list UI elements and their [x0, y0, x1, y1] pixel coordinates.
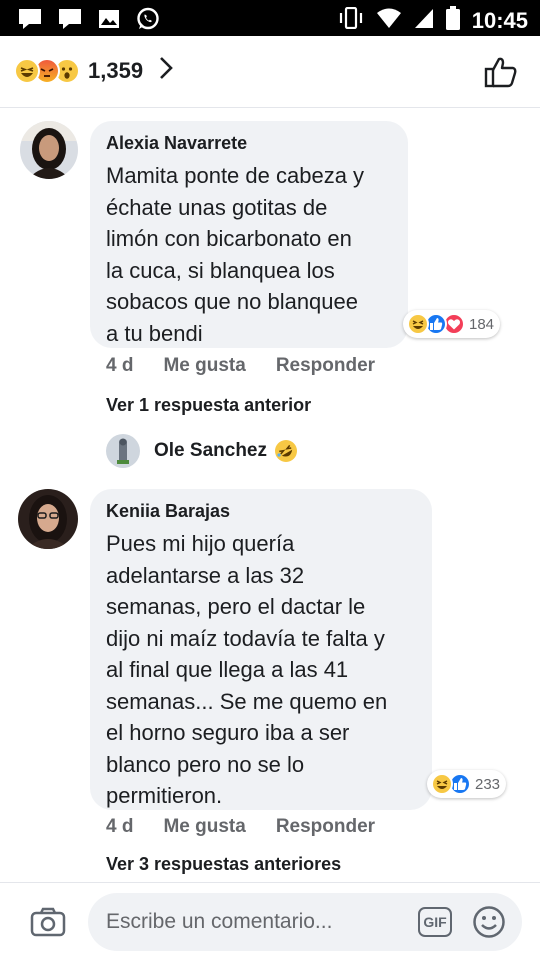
haha-icon [407, 313, 429, 335]
comment-timestamp[interactable]: 4 d [106, 355, 133, 377]
comment-line: la cuca, si blanquea los [106, 257, 335, 283]
comment-timestamp[interactable]: 4 d [106, 816, 133, 838]
reply-preview[interactable]: Ole Sanchez [106, 434, 297, 468]
haha-icon [431, 773, 453, 795]
comment-bubble[interactable]: Alexia Navarrete Mamita ponte de cabeza … [90, 121, 408, 348]
comment-actions: 4 d Me gusta Responder [106, 355, 375, 377]
comment-line: dijo ni maíz todavía te falta y [106, 625, 385, 651]
comment-line: al final que llega a las 41 [106, 657, 349, 682]
comment-line: semanas... Se me quemo en [106, 688, 388, 714]
comment-line: el horno seguro iba a ser [106, 720, 350, 745]
like-comment-button[interactable]: Me gusta [163, 355, 245, 377]
comment-line: adelantarse a las 32 [106, 562, 305, 588]
comment-input[interactable] [106, 893, 406, 951]
comment-reactions[interactable]: 233 [427, 770, 507, 798]
reply-button[interactable]: Responder [276, 355, 375, 377]
wifi-icon [376, 7, 402, 34]
view-previous-replies[interactable]: Ver 3 respuestas anteriores [106, 854, 341, 875]
emoji-button[interactable] [472, 905, 506, 944]
reply-button[interactable]: Responder [276, 816, 375, 838]
comment-bubble[interactable]: Keniia Barajas Pues mi hijo quería adela… [90, 489, 432, 810]
gif-button[interactable]: GIF [418, 907, 452, 937]
comment-text: Mamita ponte de cabeza y échate unas got… [106, 160, 392, 349]
image-icon [98, 9, 120, 34]
notification-icons [18, 7, 160, 36]
reaction-count: 1,359 [88, 57, 144, 83]
battery-icon [445, 6, 460, 35]
clock: 10:45 [471, 7, 528, 33]
reply-author[interactable]: Ole Sanchez [154, 440, 267, 462]
smiley-icon [473, 906, 505, 938]
comment-line: semanas, pero el dactar le [106, 594, 366, 619]
vibrate-icon [338, 6, 364, 34]
reaction-count: 184 [469, 315, 495, 333]
whatsapp-icon [136, 7, 160, 36]
comment-line: Mamita ponte de cabeza y [106, 163, 365, 188]
comment-composer: GIF [0, 882, 540, 960]
comment-input-box[interactable]: GIF [88, 893, 522, 951]
like-comment-button[interactable]: Me gusta [163, 816, 245, 838]
camera-icon [30, 907, 66, 937]
comment-line: échate unas gotitas de [106, 194, 328, 220]
reactions-header: 1,359 [0, 36, 540, 108]
haha-icon [14, 57, 40, 84]
comment-line: limón con bicarbonato en [106, 226, 352, 251]
comment-text: Pues mi hijo quería adelantarse a las 32… [106, 528, 416, 812]
signal-icon [414, 7, 434, 34]
comment-line: Pues mi hijo quería [106, 531, 295, 556]
comment-line: permitieron. [106, 783, 223, 808]
comment-reactions[interactable]: 184 [403, 310, 501, 338]
camera-button[interactable] [30, 907, 66, 942]
rofl-emoji [275, 440, 297, 462]
comment-line: sobacos que no blanquee [106, 289, 358, 314]
chevron-right-icon [159, 56, 173, 85]
comment-actions: 4 d Me gusta Responder [106, 816, 375, 838]
reaction-count: 233 [475, 775, 501, 793]
avatar[interactable] [20, 121, 78, 179]
avatar[interactable] [106, 434, 140, 468]
chat-icon [18, 8, 42, 35]
system-icons: 10:45 [338, 6, 528, 35]
comment-line: a tu bendi [106, 320, 203, 346]
status-bar: 10:45 [0, 0, 540, 36]
comment-line: blanco pero no se lo [106, 751, 305, 777]
thumbs-up-icon [484, 57, 517, 88]
reactions-summary[interactable]: 1,359 [14, 56, 173, 85]
view-previous-replies[interactable]: Ver 1 respuesta anterior [106, 395, 311, 416]
like-button[interactable] [484, 56, 518, 93]
avatar[interactable] [18, 489, 78, 549]
chat-icon [58, 8, 82, 35]
comment-author[interactable]: Keniia Barajas [106, 501, 416, 522]
comment-author[interactable]: Alexia Navarrete [106, 133, 392, 154]
